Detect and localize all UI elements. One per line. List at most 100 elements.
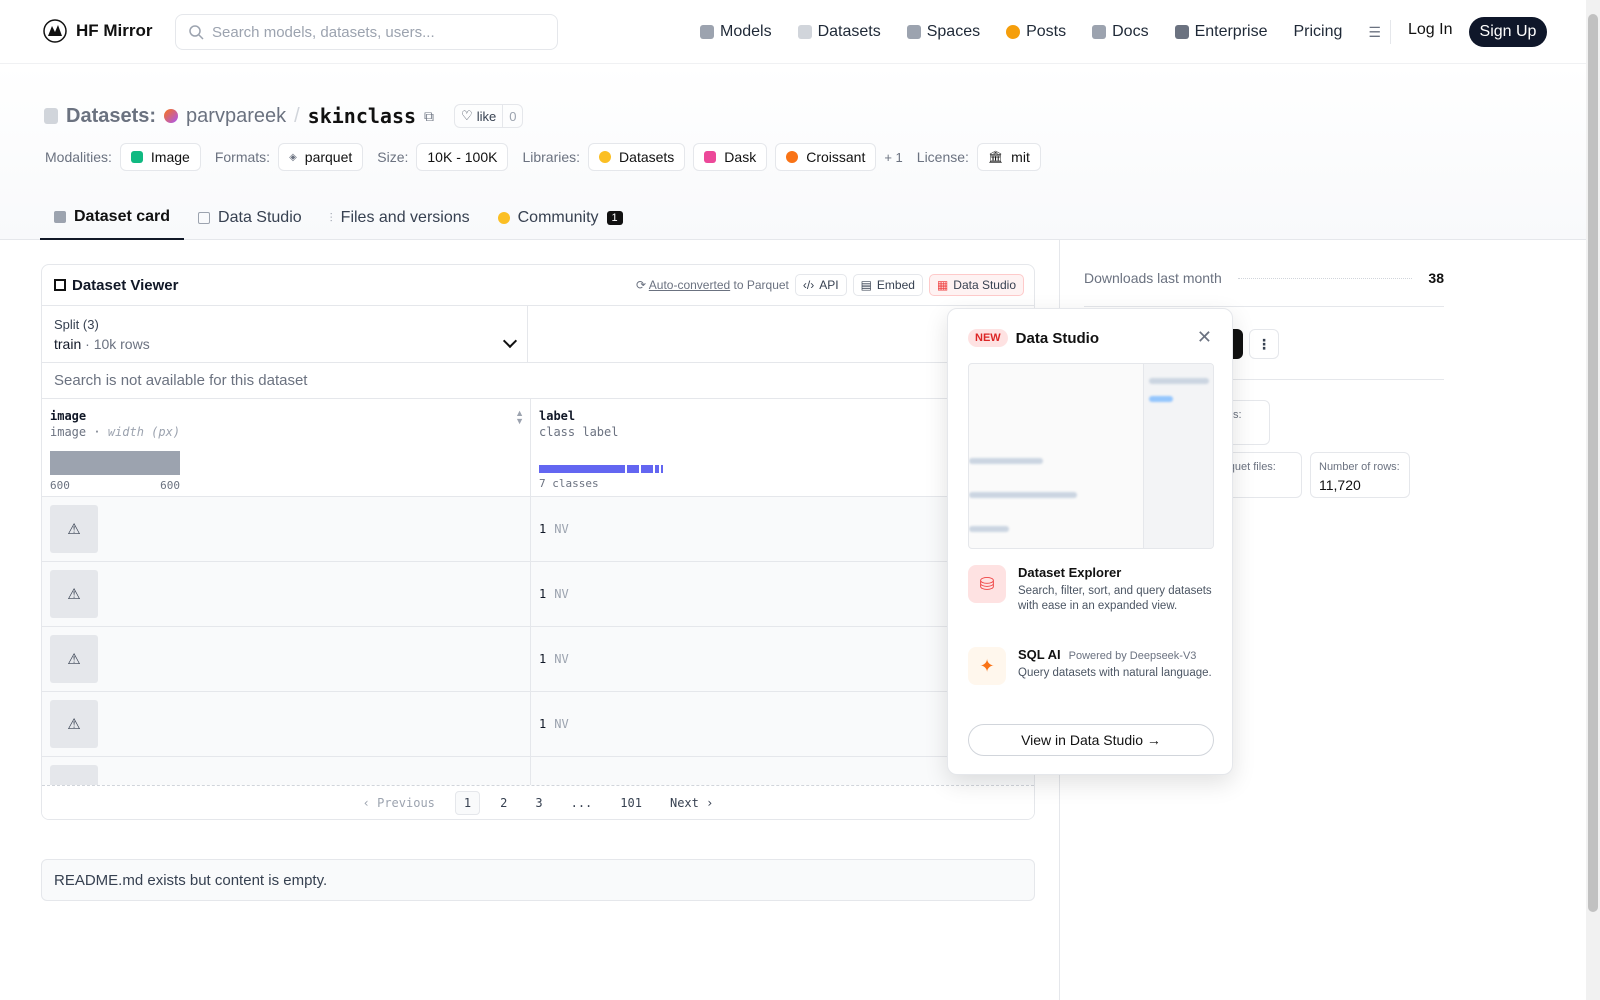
refresh-icon: ⟳ (636, 278, 649, 292)
login-link[interactable]: Log In (1408, 21, 1452, 39)
table-row[interactable]: ⚠ 1 NV (42, 627, 1034, 692)
license-chip[interactable]: 🏛 mit (976, 143, 1041, 171)
previous-button[interactable]: ‹ Previous (355, 792, 443, 814)
column-headers: image image · width (px) ▲ ▼ 600 600 label… (42, 399, 1034, 497)
table-row[interactable]: ⚠ 1 NV (42, 562, 1034, 627)
api-button[interactable]: ‹/› API (794, 274, 847, 296)
tab-files-and-versions[interactable]: ⫶ Files and versions (316, 196, 484, 240)
library-chip-dask[interactable]: Dask (693, 143, 768, 171)
feature-sql-ai: ✦ SQL AI Powered by Deepseek-V3 Query dat… (968, 647, 1214, 685)
label-class: NV (554, 587, 569, 601)
class-segment[interactable] (655, 465, 659, 473)
feature-desc: Search, filter, sort, and query datasets… (1018, 585, 1212, 612)
size-value: 10K - 100K (427, 149, 498, 165)
split-selector[interactable]: Split (3) train · 10k rows (42, 306, 528, 362)
page-2[interactable]: 2 (492, 792, 515, 814)
image-cell: ⚠ (42, 497, 531, 561)
tab-community[interactable]: Community 1 (484, 196, 637, 240)
repo-title: Datasets: parvpareek / skinclass ⧉ ♡ like… (44, 104, 524, 128)
broken-image-icon[interactable]: ⚠ (50, 700, 98, 748)
preview-sidebar (1143, 364, 1213, 548)
class-segment[interactable] (641, 465, 653, 473)
table-row[interactable]: ⚠ 1 NV (42, 692, 1034, 757)
class-segment[interactable] (539, 465, 625, 473)
nav-datasets[interactable]: Datasets (797, 23, 881, 41)
hist-max: 600 (160, 479, 180, 492)
tab-label: Dataset card (74, 208, 171, 225)
brand-name: HF Mirror (76, 21, 153, 40)
label-value: 1 (539, 652, 547, 666)
popover-header: NEW Data Studio (968, 329, 1099, 347)
nav-posts-label: Posts (1026, 23, 1067, 40)
page-last[interactable]: 101 (612, 792, 650, 814)
brand-logo[interactable]: HF Mirror (42, 18, 153, 44)
broken-image-icon[interactable]: ⚠ (50, 635, 98, 683)
new-badge: NEW (968, 329, 1008, 347)
community-icon (497, 212, 510, 224)
book-icon (1092, 25, 1107, 39)
modality-chip[interactable]: Image (119, 143, 201, 171)
class-segment[interactable] (627, 465, 639, 473)
nav-models[interactable]: Models (700, 23, 772, 41)
width-histogram[interactable] (50, 451, 180, 475)
libraries-more[interactable]: + 1 (884, 150, 902, 165)
table-row[interactable]: ⚠ 1 NV (42, 497, 1034, 562)
size-chip[interactable]: 10K - 100K (416, 143, 509, 171)
signup-button[interactable]: Sign Up (1469, 17, 1547, 47)
embed-icon: ▤ (860, 278, 872, 292)
license-value: mit (1011, 149, 1030, 165)
broken-image-icon[interactable]: ⚠ (50, 570, 98, 618)
auto-converted-note: ⟳ Auto-converted to Parquet (636, 278, 789, 292)
embed-button[interactable]: ▤ Embed (852, 274, 923, 296)
page-1[interactable]: 1 (454, 790, 481, 815)
repo-name[interactable]: skinclass (308, 104, 416, 128)
class-segment[interactable] (661, 465, 663, 473)
feature-desc: Query datasets with natural language. (1018, 667, 1212, 679)
sparkle-icon: ✦ (968, 647, 1006, 685)
data-studio-label: Data Studio (953, 278, 1016, 292)
like-button[interactable]: ♡ like 0 (454, 104, 524, 128)
search-input[interactable]: Search models, datasets, users... (175, 14, 558, 50)
enterprise-icon (1174, 25, 1189, 39)
label-class: NV (554, 652, 569, 666)
nav-pricing[interactable]: Pricing (1293, 23, 1342, 41)
column-image[interactable]: image image · width (px) ▲ ▼ 600 600 (42, 399, 531, 496)
nav-docs[interactable]: Docs (1092, 23, 1149, 41)
next-button[interactable]: Next › (662, 792, 721, 814)
data-studio-button[interactable]: ▦ Data Studio (928, 274, 1024, 296)
page-3[interactable]: 3 (527, 792, 550, 814)
tab-label: Community (517, 209, 599, 226)
tab-dataset-card[interactable]: Dataset card (40, 196, 185, 240)
preview-line (969, 526, 1009, 532)
close-icon[interactable]: ✕ (1197, 327, 1212, 348)
table-icon: ▦ (936, 278, 949, 292)
split-selector-row: Split (3) train · 10k rows (42, 306, 1034, 363)
split-sep: · (85, 336, 90, 352)
nav-posts[interactable]: Posts (1006, 23, 1066, 41)
format-chip[interactable]: ◈ parquet (278, 143, 364, 171)
label-value: 1 (539, 717, 547, 731)
auto-converted-link[interactable]: Auto-converted (649, 278, 730, 292)
library-label: Datasets (619, 149, 675, 165)
popover-title: Data Studio (1015, 329, 1100, 347)
repo-type-label[interactable]: Datasets: (66, 105, 156, 128)
sort-icon[interactable]: ▲ ▼ (515, 409, 524, 426)
repo-owner[interactable]: parvpareek (186, 105, 286, 128)
more-options-icon[interactable]: ⋮ (1249, 329, 1279, 359)
label-class: NV (554, 717, 569, 731)
nav-enterprise[interactable]: Enterprise (1174, 23, 1267, 41)
broken-image-icon[interactable]: ⚠ (50, 505, 98, 553)
image-cell: ⚠ (42, 692, 531, 756)
metadata-row: Modalities: Image Formats: ◈ parquet Size… (45, 143, 1041, 171)
search-icon (189, 25, 204, 40)
copy-icon[interactable]: ⧉ (424, 108, 434, 125)
view-in-data-studio-button[interactable]: View in Data Studio → (968, 724, 1214, 756)
library-chip-datasets[interactable]: Datasets (588, 143, 686, 171)
nav-spaces[interactable]: Spaces (906, 23, 980, 41)
community-badge: 1 (606, 211, 623, 225)
scrollbar-thumb[interactable] (1588, 14, 1598, 912)
menu-icon[interactable]: ☰ (1368, 24, 1381, 41)
tab-data-studio[interactable]: Data Studio (184, 196, 316, 240)
library-chip-croissant[interactable]: Croissant (775, 143, 877, 171)
files-icon: ⫶ (329, 210, 333, 225)
